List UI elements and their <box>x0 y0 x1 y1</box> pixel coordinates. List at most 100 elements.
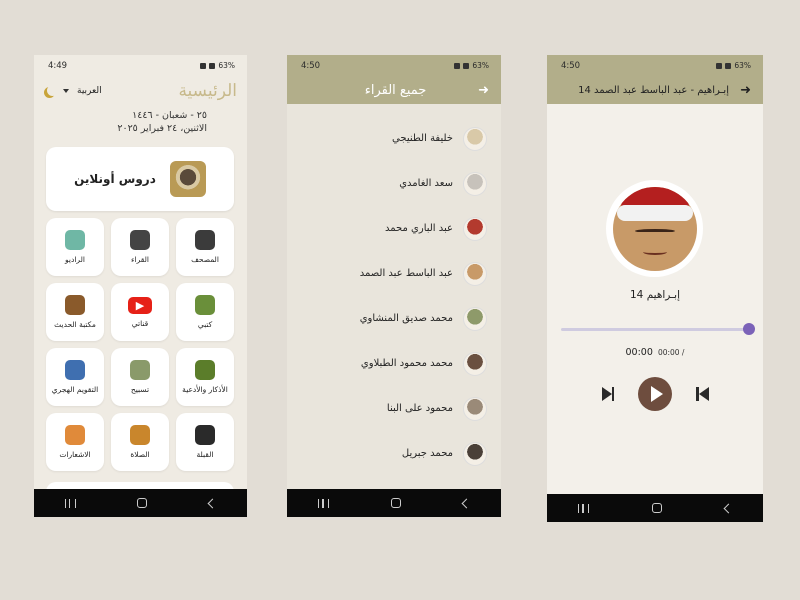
dark-mode-moon-icon[interactable] <box>47 85 58 96</box>
time-display: 00:00 00:00 / <box>547 347 763 358</box>
seek-thumb[interactable] <box>743 323 755 335</box>
tile-label: المصحف <box>191 255 219 264</box>
tile-label: الأذكار والأدعية <box>182 385 228 394</box>
back-arrow-icon[interactable]: ➜ <box>478 83 489 98</box>
home-header: العربية الرئيسية <box>34 76 247 106</box>
tasbih-icon <box>130 360 150 380</box>
feature-tile[interactable]: القبلة <box>176 413 234 471</box>
status-bar: 4:50 63% <box>287 55 501 76</box>
reader-name: محمود على البنا <box>386 403 453 414</box>
home-icon[interactable] <box>137 498 148 508</box>
calendar-icon <box>65 360 85 380</box>
system-nav-bar <box>34 489 247 517</box>
recent-apps-icon[interactable] <box>578 503 590 513</box>
prayer-hands-icon <box>195 360 215 380</box>
library-icon <box>65 295 85 315</box>
reader-name: محمد جبريل <box>401 448 453 459</box>
home-icon[interactable] <box>651 503 662 513</box>
tile-label: القراء <box>131 255 149 264</box>
online-lessons-banner[interactable]: دروس أونلاين <box>46 147 234 211</box>
reader-list-item[interactable]: خليفة الطنيجي <box>287 116 501 161</box>
status-bar: 4:50 63% <box>547 55 763 76</box>
feature-tile[interactable]: التقويم الهجري <box>46 348 104 406</box>
feature-tile[interactable]: الراديو <box>46 218 104 276</box>
reciter-artwork <box>606 180 703 277</box>
feature-grid: المصحف القراء الراديو كتبي ▶ قناتي مكتبة الحدي… <box>46 218 234 471</box>
feature-tile[interactable]: ▶ قناتي <box>111 283 169 341</box>
play-button[interactable] <box>638 377 672 411</box>
page-title: 14 إبـراهيم - عبد الباسط عبد الصمد <box>578 84 729 96</box>
feature-tile[interactable]: الاشعارات <box>46 413 104 471</box>
microphone-icon <box>130 230 150 250</box>
next-track-icon[interactable] <box>601 387 614 401</box>
reader-list-item[interactable]: محمد محمود الطبلاوي <box>287 341 501 386</box>
status-icons: 63% <box>200 61 235 70</box>
previous-track-icon[interactable] <box>696 387 709 401</box>
hijri-date: ٢٥ - شعبان - ١٤٤٦ <box>132 110 207 121</box>
status-icons: 63% <box>716 61 751 70</box>
feature-tile[interactable]: مكتبة الحديث <box>46 283 104 341</box>
language-dropdown-caret-icon[interactable] <box>63 89 69 93</box>
notification-icon <box>200 62 207 69</box>
page-title: الرئيسية <box>178 81 237 101</box>
total-time: 00:00 / <box>657 348 685 357</box>
status-time: 4:50 <box>301 60 321 71</box>
readers-list: خليفة الطنيجي سعد الغامدي عبد الباري محمد ع… <box>287 104 501 476</box>
reader-avatar <box>463 216 487 241</box>
mosque-icon <box>130 425 150 445</box>
youtube-icon: ▶ <box>128 296 152 314</box>
back-icon[interactable] <box>207 498 218 508</box>
reader-avatar <box>463 171 487 196</box>
home-screen: 4:49 63% العربية الرئيسية ٢٥ - شعبان - ١… <box>34 55 247 517</box>
feature-tile[interactable]: الأذكار والأدعية <box>176 348 234 406</box>
date-display: ٢٥ - شعبان - ١٤٤٦ الاثنين، ٢٤ فبراير ٢٠٢… <box>34 109 247 135</box>
back-icon[interactable] <box>723 503 734 513</box>
back-arrow-icon[interactable]: ➜ <box>740 83 751 98</box>
language-select[interactable]: العربية <box>77 86 102 96</box>
reader-list-item[interactable]: عبد الباسط عبد الصمد <box>287 251 501 296</box>
reader-list-item[interactable]: محمد جبريل <box>287 431 501 476</box>
tile-label: الراديو <box>65 255 85 264</box>
reader-avatar <box>463 306 487 331</box>
feature-tile[interactable]: الصلاة <box>111 413 169 471</box>
reader-list-item[interactable]: محمد صديق المنشاوي <box>287 296 501 341</box>
system-nav-bar <box>287 489 501 517</box>
status-time: 4:50 <box>561 60 581 71</box>
lessons-thumbnail-icon <box>169 161 206 197</box>
tile-label: كتبي <box>197 320 213 329</box>
books-icon <box>195 295 215 315</box>
reader-avatar <box>463 351 487 376</box>
tile-label: الاشعارات <box>59 450 91 459</box>
reader-list-item[interactable]: عبد الباري محمد <box>287 206 501 251</box>
recent-apps-icon[interactable] <box>64 498 76 508</box>
notification-icon <box>716 62 723 69</box>
signal-icon <box>725 62 732 69</box>
home-icon[interactable] <box>391 498 401 508</box>
battery-level: 63% <box>472 61 489 70</box>
reader-avatar <box>463 396 487 421</box>
reader-name: عبد الباسط عبد الصمد <box>359 268 453 279</box>
feature-tile[interactable]: القراء <box>111 218 169 276</box>
quran-book-icon <box>195 230 215 250</box>
reader-name: خليفة الطنيجي <box>392 133 453 144</box>
tile-label: القبلة <box>196 450 214 459</box>
feature-tile[interactable]: كتبي <box>176 283 234 341</box>
back-icon[interactable] <box>461 498 472 508</box>
tile-label: قناتي <box>131 318 149 328</box>
reader-name: محمد صديق المنشاوي <box>359 313 453 324</box>
seek-bar[interactable] <box>561 323 755 335</box>
reader-name: عبد الباري محمد <box>385 223 453 234</box>
feature-tile[interactable]: تسبيح <box>111 348 169 406</box>
kaaba-icon <box>195 425 215 445</box>
current-time: 00:00 <box>625 347 653 358</box>
app-bar: جميع القراء ➜ <box>287 76 501 104</box>
tile-label: تسبيح <box>130 385 150 394</box>
signal-icon <box>209 62 216 69</box>
player-controls <box>547 377 763 411</box>
reader-list-item[interactable]: محمود على البنا <box>287 386 501 431</box>
bell-icon <box>65 425 85 445</box>
reader-list-item[interactable]: سعد الغامدي <box>287 161 501 206</box>
feature-tile[interactable]: المصحف <box>176 218 234 276</box>
status-icons: 63% <box>454 61 489 70</box>
recent-apps-icon[interactable] <box>318 498 329 508</box>
